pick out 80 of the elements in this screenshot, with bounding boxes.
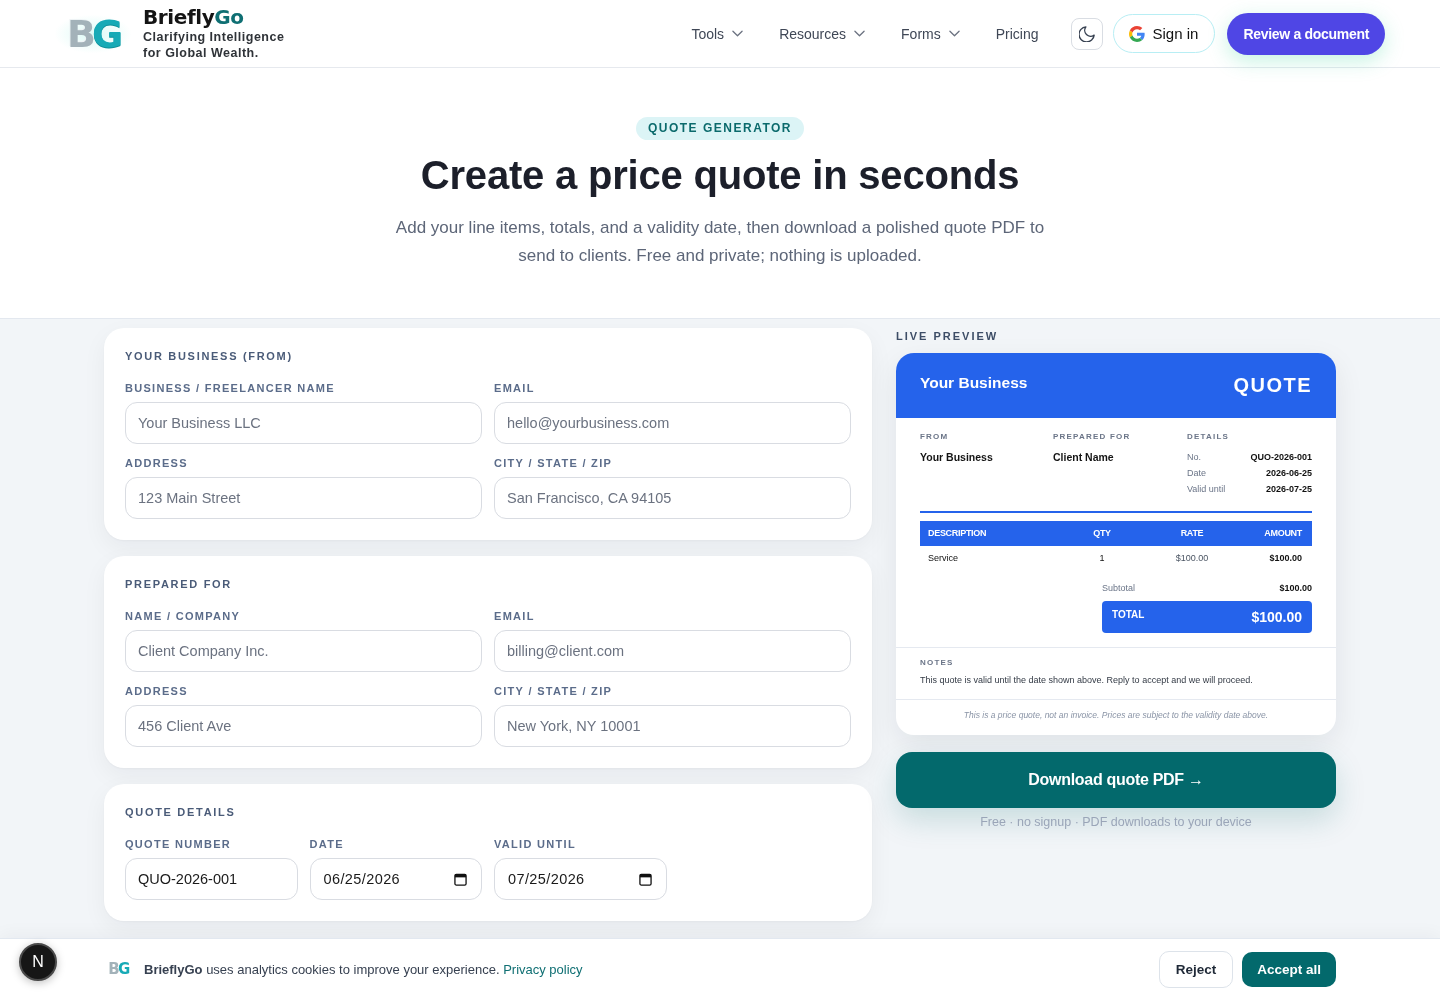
nav-item[interactable]: Forms bbox=[901, 25, 960, 42]
text-field[interactable]: 123 Main Street bbox=[125, 477, 482, 519]
g-logo-icon bbox=[1128, 25, 1145, 42]
date-field[interactable]: 06/25/2026 bbox=[309, 858, 482, 900]
field-label: DATE bbox=[309, 838, 345, 851]
party-label: FROM bbox=[920, 432, 950, 442]
calendar-icon[interactable] bbox=[454, 872, 467, 886]
nav-item[interactable]: Tools bbox=[691, 25, 744, 42]
field-label: ADDRESS bbox=[125, 457, 189, 470]
text-field[interactable]: Client Company Inc. bbox=[125, 630, 482, 672]
disclaimer-text: This is a price quote, not an invoice. Prices are subject to the validity date above. bbox=[896, 698, 1336, 735]
privacy-policy-link[interactable]: Privacy policy bbox=[503, 962, 583, 977]
theme-toggle-button[interactable] bbox=[1070, 17, 1103, 50]
field-label: EMAIL bbox=[494, 610, 536, 623]
chevron-down-icon bbox=[732, 30, 744, 37]
reject-button[interactable]: Reject bbox=[1158, 951, 1234, 988]
notes-label: NOTES bbox=[920, 657, 955, 668]
text-field[interactable]: San Francisco, CA 94105 bbox=[494, 477, 851, 519]
nav-item[interactable]: Resources bbox=[779, 25, 866, 42]
text-field[interactable]: New York, NY 10001 bbox=[494, 705, 851, 747]
detail-value: QUO-2026-001 bbox=[1250, 451, 1312, 464]
section-title: YOUR BUSINESS (FROM) bbox=[125, 350, 294, 363]
calendar-icon[interactable] bbox=[638, 872, 652, 886]
field-label: VALID UNTIL bbox=[494, 838, 577, 851]
text-field[interactable]: billing@client.com bbox=[494, 630, 851, 672]
field-label: BUSINESS / FREELANCER NAME bbox=[125, 382, 336, 395]
table-cell-text: $100.00 bbox=[1268, 552, 1303, 563]
field-label: CITY / STATE / ZIP bbox=[494, 685, 614, 698]
nav-item[interactable]: Pricing bbox=[995, 25, 1039, 42]
brand-name: BrieflyGo bbox=[143, 6, 245, 29]
party-label: PREPARED FOR bbox=[1053, 432, 1132, 442]
document-title: QUOTE bbox=[1233, 374, 1312, 397]
notes-text: This quote is valid until the date shown above. Reply to accept and we will proceed. bbox=[920, 673, 1254, 686]
party-value: Your Business bbox=[920, 450, 994, 465]
text-field[interactable]: Your Business LLC bbox=[125, 402, 482, 444]
field-label: QUOTE NUMBER bbox=[125, 838, 233, 851]
page-tag: QUOTE GENERATOR bbox=[635, 117, 805, 140]
column-header: DESCRIPTION bbox=[927, 528, 988, 538]
text-field[interactable]: QUO-2026-001 bbox=[125, 858, 298, 900]
detail-label: Valid until bbox=[1187, 483, 1226, 496]
download-caption: Free · no signup · PDF downloads to your device bbox=[979, 814, 1253, 830]
preview-heading: LIVE PREVIEW bbox=[896, 330, 1000, 343]
text-field[interactable]: 456 Client Ave bbox=[125, 705, 482, 747]
moon-icon bbox=[1078, 25, 1095, 42]
accept-button[interactable]: Accept all bbox=[1242, 952, 1336, 987]
download-pdf-button[interactable]: Download quote PDF → bbox=[896, 751, 1336, 808]
column-header: AMOUNT bbox=[1263, 528, 1304, 538]
field-label: EMAIL bbox=[494, 382, 536, 395]
text-field[interactable]: hello@yourbusiness.com bbox=[494, 402, 851, 444]
total-value: $100.00 bbox=[1251, 608, 1302, 625]
subtotal-label: Subtotal bbox=[1102, 581, 1136, 595]
section-title: PREPARED FOR bbox=[125, 578, 233, 591]
detail-label: No. bbox=[1187, 451, 1201, 464]
party-value: Client Name bbox=[1053, 450, 1115, 465]
detail-value: 2026-07-25 bbox=[1265, 483, 1312, 496]
column-header: RATE bbox=[1179, 528, 1205, 538]
chevron-down-icon bbox=[948, 30, 960, 37]
page-subtitle: Add your line items, totals, and a validity date, then download a polished quote PDF to send to clients. Free and private; nothing is uploaded. bbox=[394, 217, 1046, 267]
table-cell-text: $100.00 bbox=[1174, 552, 1210, 563]
section-title: QUOTE DETAILS bbox=[125, 806, 237, 819]
column-header: QTY bbox=[1092, 528, 1112, 538]
date-field[interactable]: 07/25/2026 bbox=[494, 858, 667, 900]
field-label: ADDRESS bbox=[125, 685, 189, 698]
review-document-button[interactable]: Review a document bbox=[1227, 12, 1385, 55]
page-title: Create a price quote in seconds bbox=[419, 152, 1021, 199]
details-label: DETAILS bbox=[1187, 432, 1231, 442]
cookie-logo-mark: BG bbox=[107, 961, 131, 978]
table-cell-text: 1 bbox=[1098, 552, 1106, 563]
brand-tagline: Clarifying Intelligence for Global Wealth. bbox=[143, 29, 286, 61]
field-label: CITY / STATE / ZIP bbox=[494, 457, 614, 470]
total-label: TOTAL bbox=[1112, 609, 1145, 620]
cookie-notice: BrieflyGo uses analytics cookies to improve your experience. Privacy policy bbox=[144, 962, 583, 977]
sign-in-button[interactable]: Sign in bbox=[1112, 14, 1216, 53]
table-cell-text: Service bbox=[927, 552, 959, 563]
chevron-down-icon bbox=[854, 30, 866, 37]
detail-label: Date bbox=[1187, 467, 1206, 480]
subtotal-value: $100.00 bbox=[1279, 581, 1312, 595]
field-label: NAME / COMPANY bbox=[125, 610, 242, 623]
business-name: Your Business bbox=[920, 373, 1028, 392]
detail-value: 2026-06-25 bbox=[1265, 467, 1312, 480]
